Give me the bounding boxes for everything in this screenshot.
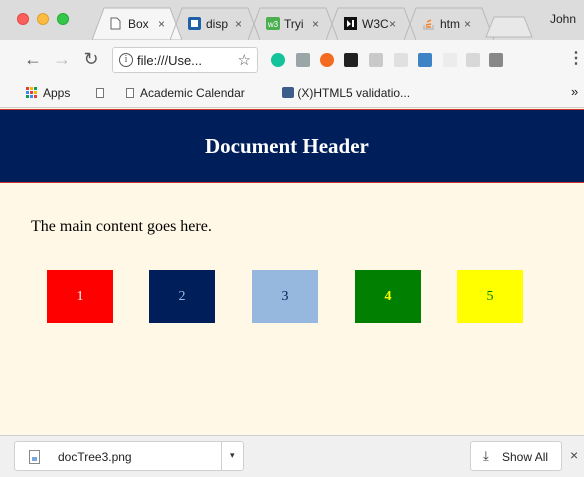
tab-close-icon[interactable]: ×	[464, 17, 471, 31]
download-icon: ⤓	[483, 448, 489, 463]
w3schools-icon: w3	[266, 17, 280, 31]
tab-label: disp	[206, 17, 229, 31]
bookmark-html5-validator[interactable]: (X)HTML5 validatio...	[282, 86, 410, 100]
extension-icon[interactable]	[369, 53, 383, 67]
bookmark-label: (X)HTML5 validatio...	[297, 86, 411, 100]
main-content-text: The main content goes here.	[31, 218, 212, 235]
validator-icon	[282, 87, 294, 98]
tab-label: Tryi	[284, 17, 304, 31]
page-title: Document Header	[205, 134, 369, 158]
box-3: 3	[252, 270, 318, 323]
document-icon	[126, 88, 134, 98]
extension-icon[interactable]	[418, 53, 432, 67]
extension-icon[interactable]	[394, 53, 408, 67]
extension-icon[interactable]	[296, 53, 310, 67]
show-all-button[interactable]: ⤓ Show All	[470, 441, 562, 471]
document-icon	[110, 17, 124, 31]
profile-name[interactable]: John	[550, 12, 584, 26]
tab-label: W3C	[362, 17, 389, 31]
tab-close-icon[interactable]: ×	[312, 17, 319, 31]
tab-label: htm	[440, 17, 461, 31]
new-tab-button[interactable]	[484, 7, 534, 40]
box-4: 4	[355, 270, 421, 323]
info-icon[interactable]: i	[119, 53, 133, 67]
bookmark-label: Academic Calendar	[140, 86, 245, 100]
tab-label: Box	[128, 17, 149, 31]
download-filename: docTree3.png	[58, 450, 132, 464]
browser-toolbar: ← → ↻ i file:///Use... ☆ ⋮	[0, 40, 584, 80]
tab-disp[interactable]: disp ×	[170, 7, 260, 40]
document-header: Document Header	[0, 109, 584, 183]
svg-text:w3: w3	[267, 20, 279, 29]
extension-icon[interactable]	[489, 53, 503, 67]
address-text[interactable]: file:///Use...	[137, 53, 202, 68]
chevron-down-icon[interactable]: ▾	[230, 450, 235, 461]
extension-icon[interactable]	[320, 53, 334, 67]
bookmarks-overflow[interactable]: »	[571, 85, 578, 99]
tab-box[interactable]: Box ×	[92, 7, 182, 40]
close-icon[interactable]: ×	[570, 447, 578, 463]
back-icon[interactable]: ←	[22, 48, 44, 70]
extension-icon[interactable]	[466, 53, 480, 67]
apps-icon[interactable]	[26, 87, 38, 99]
grammarly-icon[interactable]	[271, 53, 285, 67]
box-2: 2	[149, 270, 215, 323]
extension-icon[interactable]	[443, 53, 457, 67]
menu-icon[interactable]: ⋮	[568, 50, 584, 68]
box-1: 1	[47, 270, 113, 323]
forward-icon[interactable]: →	[51, 48, 73, 70]
download-bar: docTree3.png ▾ ⤓ Show All ×	[0, 435, 584, 477]
stackoverflow-icon	[422, 17, 436, 31]
divider	[221, 442, 222, 470]
show-all-label: Show All	[502, 450, 549, 464]
download-item[interactable]: docTree3.png ▾	[14, 441, 244, 471]
close-window-button[interactable]	[17, 13, 29, 25]
bookmarks-bar: Apps Academic Calendar (X)HTML5 validati…	[0, 80, 584, 108]
maximize-window-button[interactable]	[57, 13, 69, 25]
address-bar[interactable]: i file:///Use... ☆	[112, 47, 258, 73]
vue-devtools-icon[interactable]	[344, 53, 358, 67]
bookmark-apps[interactable]: Apps	[43, 86, 70, 100]
tab-close-icon[interactable]: ×	[389, 17, 396, 31]
bookmark-star-icon[interactable]: ☆	[238, 51, 251, 69]
tab-html[interactable]: htm ×	[404, 7, 494, 40]
tab-close-icon[interactable]: ×	[235, 17, 242, 31]
document-icon[interactable]	[96, 86, 104, 100]
tab-tryit[interactable]: w3 Tryi ×	[248, 7, 338, 40]
box-5: 5	[457, 270, 523, 323]
reload-icon[interactable]: ↻	[80, 48, 102, 70]
bookmark-academic-calendar[interactable]: Academic Calendar	[126, 86, 245, 100]
page-viewport: Document Header The main content goes he…	[0, 108, 584, 435]
image-file-icon	[29, 450, 40, 464]
tab-close-icon[interactable]: ×	[158, 17, 165, 31]
tab-strip: Box × disp × w3 Tryi × W3C × htm × John	[0, 0, 584, 40]
minimize-window-button[interactable]	[37, 13, 49, 25]
w3c-icon	[344, 17, 358, 31]
codepen-icon	[188, 17, 202, 31]
tab-w3c[interactable]: W3C ×	[326, 7, 416, 40]
